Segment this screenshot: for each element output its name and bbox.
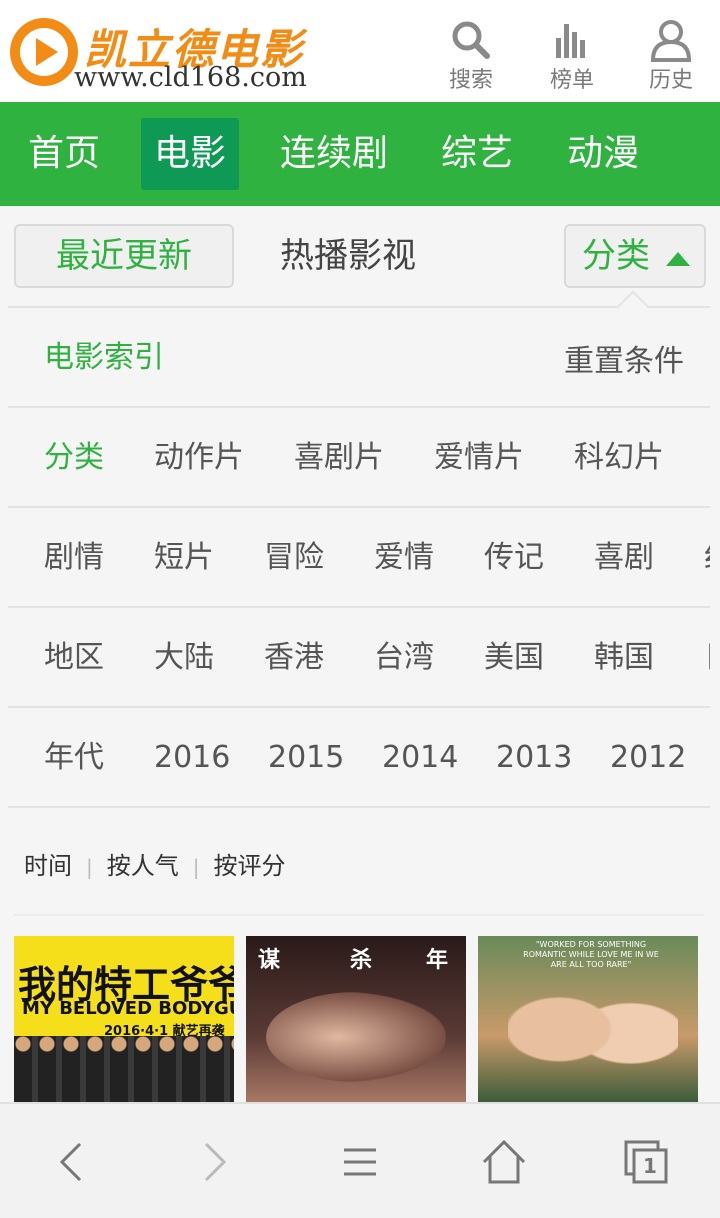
- filter-option[interactable]: 2016: [154, 708, 230, 806]
- nav-item-home[interactable]: 首页: [26, 118, 102, 190]
- filter-option[interactable]: 短片: [154, 508, 214, 606]
- history-button[interactable]: 历史: [636, 18, 706, 94]
- back-button[interactable]: [42, 1134, 102, 1190]
- filter-row-label[interactable]: 地区: [44, 608, 104, 706]
- home-button[interactable]: [474, 1134, 534, 1190]
- filter-option[interactable]: 科幻片: [574, 408, 664, 506]
- content-tabs: 最近更新 热播影视 分类: [0, 206, 720, 306]
- home-icon: [482, 1139, 526, 1184]
- filter-option[interactable]: 大陆: [154, 608, 214, 706]
- filter-row-label[interactable]: 年代: [44, 708, 104, 806]
- filter-panel: 电影索引 重置条件 分类 动作片 喜剧片 爱情片 科幻片 剧情 短片 冒险 爱情…: [8, 290, 710, 808]
- filter-option[interactable]: 喜剧: [594, 508, 654, 606]
- filter-row-label[interactable]: 剧情: [44, 508, 104, 606]
- poster-english-title: MY BELOVED BODYGUARD: [22, 998, 234, 1019]
- chart-bars-icon: [556, 24, 585, 58]
- poster-image: [508, 970, 678, 1102]
- poster-char: 谋: [258, 948, 281, 973]
- play-logo-icon: [10, 18, 78, 86]
- user-icon: [650, 20, 692, 62]
- filter-option[interactable]: 2014: [382, 708, 458, 806]
- tab-count: 1: [643, 1154, 657, 1178]
- filter-option[interactable]: 爱情片: [434, 408, 524, 506]
- movie-poster[interactable]: 谋 杀 年: [246, 936, 466, 1102]
- app-header: 凯立德电影 www.cld168.com 搜索 榜单 历史: [0, 0, 720, 102]
- poster-tagline: "WORKED FOR SOMETHING ROMANTIC WHILE LOV…: [523, 940, 659, 969]
- site-logo[interactable]: 凯立德电影 www.cld168.com: [8, 10, 307, 94]
- filter-row-genre: 分类 动作片 喜剧片 爱情片 科幻片: [8, 408, 710, 508]
- filter-option[interactable]: 2012: [610, 708, 686, 806]
- tab-category-label: 分类: [582, 236, 650, 276]
- movie-poster[interactable]: "WORKED FOR SOMETHING ROMANTIC WHILE LOV…: [478, 936, 698, 1102]
- sort-separator: |: [192, 855, 200, 879]
- filter-option[interactable]: 2015: [268, 708, 344, 806]
- history-label: 历史: [648, 68, 693, 93]
- sort-by-popularity[interactable]: 按人气: [107, 852, 179, 880]
- filter-option[interactable]: 2013: [496, 708, 572, 806]
- filter-row-year: 年代 2016 2015 2014 2013 2012: [8, 708, 710, 808]
- filter-option[interactable]: 韩国: [594, 608, 654, 706]
- poster-cast-heads: [14, 1034, 234, 1054]
- tabs-button[interactable]: 1: [616, 1134, 676, 1190]
- sort-by-time[interactable]: 时间: [24, 852, 72, 880]
- search-icon: [452, 21, 490, 59]
- logo-url: www.cld168.com: [74, 62, 307, 93]
- sort-separator: |: [86, 855, 93, 879]
- filter-option[interactable]: 纪: [704, 508, 710, 606]
- reset-filters-button[interactable]: 重置条件: [564, 312, 684, 406]
- filter-option[interactable]: 爱情: [374, 508, 434, 606]
- tab-category[interactable]: 分类: [564, 224, 706, 288]
- nav-item-movies[interactable]: 电影: [141, 118, 239, 190]
- ranking-button[interactable]: 榜单: [537, 18, 607, 94]
- filter-row-region: 地区 大陆 香港 台湾 美国 韩国 日: [8, 608, 710, 708]
- filter-row-plot: 剧情 短片 冒险 爱情 传记 喜剧 纪: [8, 508, 710, 608]
- sort-bar: 时间 | 按人气 | 按评分: [24, 836, 286, 896]
- chevron-left-icon: [59, 1142, 82, 1182]
- nav-item-anime[interactable]: 动漫: [564, 118, 642, 190]
- browser-toolbar: 1: [0, 1102, 720, 1218]
- filter-option[interactable]: 美国: [484, 608, 544, 706]
- filter-row-label[interactable]: 分类: [44, 408, 104, 506]
- filter-header-row: 电影索引 重置条件: [8, 308, 710, 408]
- poster-char: 杀: [350, 948, 373, 973]
- forward-button[interactable]: [184, 1134, 244, 1190]
- nav-item-variety[interactable]: 综艺: [438, 118, 516, 190]
- ranking-label: 榜单: [549, 68, 594, 93]
- tab-hot[interactable]: 热播影视: [280, 224, 416, 288]
- sort-by-rating[interactable]: 按评分: [214, 852, 286, 880]
- divider: [14, 914, 704, 916]
- tab-recent-updates[interactable]: 最近更新: [14, 224, 234, 288]
- search-button[interactable]: 搜索: [436, 18, 506, 94]
- filter-option[interactable]: 传记: [484, 508, 544, 606]
- filter-option[interactable]: 喜剧片: [294, 408, 384, 506]
- menu-icon: [344, 1148, 376, 1176]
- movie-poster[interactable]: 我的特工爷爷 MY BELOVED BODYGUARD 2016·4·1 献艺再…: [14, 936, 234, 1102]
- poster-image: [266, 992, 446, 1082]
- chevron-right-icon: [204, 1142, 227, 1182]
- poster-char: 年: [426, 948, 449, 973]
- filter-option[interactable]: 动作片: [154, 408, 244, 506]
- main-nav: 首页 电影 连续剧 综艺 动漫: [0, 102, 720, 206]
- filter-option[interactable]: 冒险: [264, 508, 324, 606]
- nav-item-series[interactable]: 连续剧: [278, 118, 390, 190]
- menu-button[interactable]: [330, 1134, 390, 1190]
- filter-option[interactable]: 日: [704, 608, 710, 706]
- filter-option[interactable]: 台湾: [374, 608, 434, 706]
- filter-option[interactable]: 香港: [264, 608, 324, 706]
- search-label: 搜索: [448, 68, 493, 93]
- caret-up-icon: [666, 252, 690, 266]
- movie-index-title: 电影索引: [44, 340, 164, 375]
